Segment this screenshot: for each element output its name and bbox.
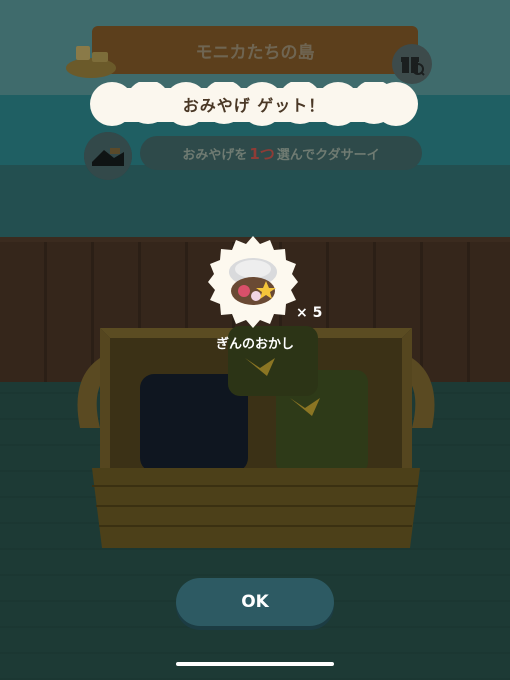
souvenir-basket [70, 318, 442, 560]
instruction-bubble: おみやげを 1つ 選んでクダサーイ [140, 136, 422, 170]
character-avatar-icon [84, 132, 132, 180]
silver-candy-icon [208, 236, 298, 328]
instruction-text-before: おみやげを [182, 147, 248, 163]
island-title-banner: モニカたちの島 [92, 26, 418, 74]
home-indicator[interactable] [176, 662, 334, 666]
ok-button[interactable]: OK [176, 578, 334, 626]
reward-quantity: × 5 [296, 305, 323, 321]
reward-item-badge[interactable] [208, 236, 298, 332]
island-title: モニカたちの島 [195, 42, 315, 63]
sea-shadow [0, 165, 510, 237]
instruction-count: 1つ [249, 144, 275, 163]
popup-title: おみやげ ゲット！ [182, 96, 326, 115]
character-avatar [84, 132, 132, 180]
reward-name: ぎんのおかし [215, 337, 294, 352]
instruction-text-after: 選んでクダサーイ [276, 147, 380, 163]
gift-search-icon [401, 57, 425, 76]
popup-title-banner: おみやげ ゲット！ [90, 82, 418, 126]
gift-search-button[interactable] [392, 44, 432, 84]
island-icon [64, 38, 118, 80]
